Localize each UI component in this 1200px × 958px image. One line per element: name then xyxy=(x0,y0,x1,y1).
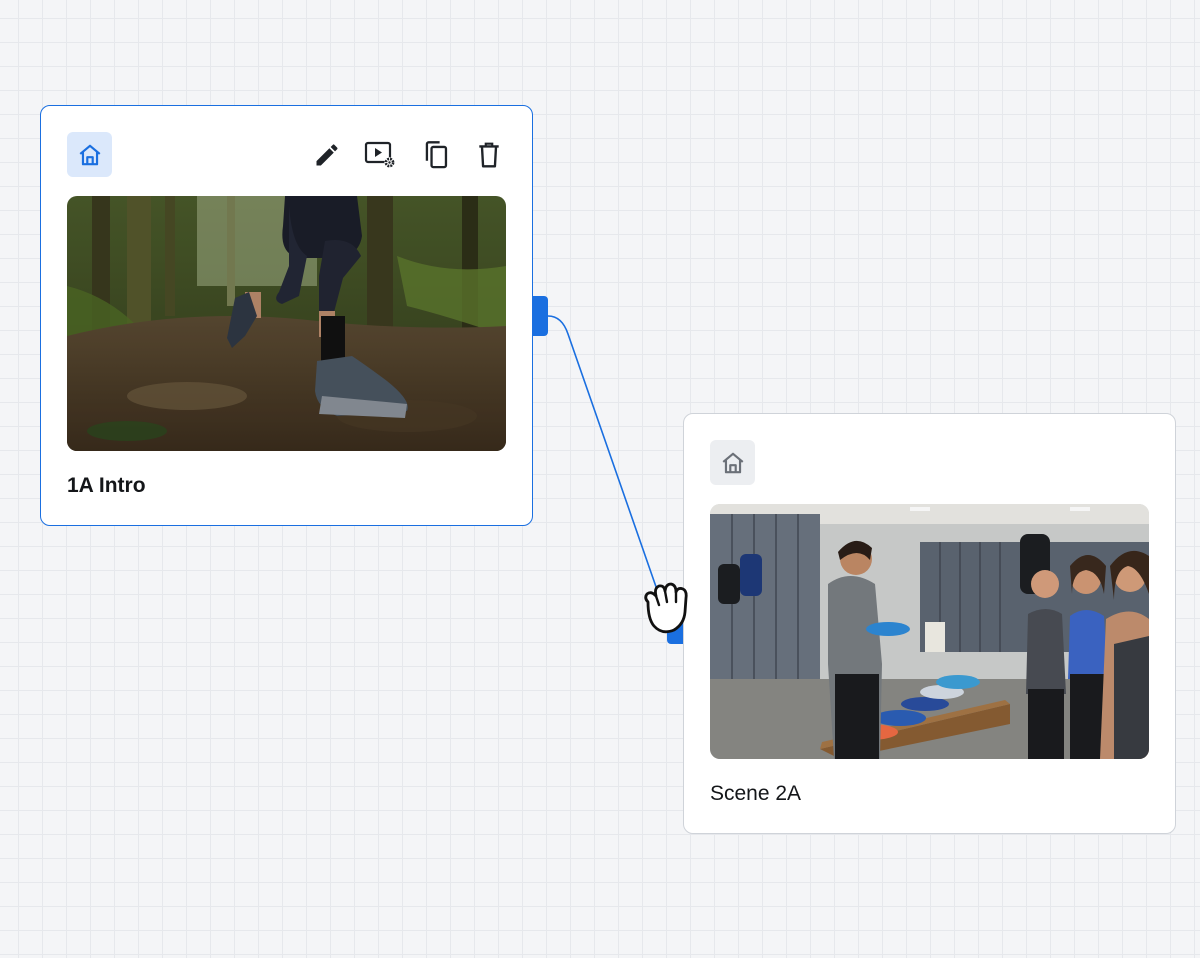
video-settings-icon xyxy=(364,141,395,168)
trash-icon xyxy=(479,142,499,168)
video-settings-button[interactable] xyxy=(364,138,398,172)
connection-line[interactable] xyxy=(547,315,663,605)
set-start-home-button[interactable] xyxy=(710,440,755,485)
output-port[interactable] xyxy=(532,296,548,336)
copy-icon xyxy=(425,141,448,169)
home-icon xyxy=(722,452,743,473)
scene-node-1a-intro[interactable]: 1A Intro xyxy=(40,105,533,526)
grab-hand-icon xyxy=(644,582,688,634)
scene-thumbnail[interactable] xyxy=(67,196,506,451)
node-title[interactable]: 1A Intro xyxy=(67,474,146,498)
flow-canvas[interactable]: 1A Intro Scene 2A xyxy=(0,0,1200,958)
home-icon xyxy=(79,144,100,165)
locker-room-shoe-fitting-image xyxy=(710,504,1149,759)
start-node-home-button[interactable] xyxy=(67,132,112,177)
node-title[interactable]: Scene 2A xyxy=(710,782,801,806)
edit-button[interactable] xyxy=(310,138,344,172)
delete-button[interactable] xyxy=(472,138,506,172)
node-toolbar xyxy=(310,138,506,172)
scene-node-2a[interactable]: Scene 2A xyxy=(683,413,1176,834)
pencil-icon xyxy=(316,144,338,166)
duplicate-button[interactable] xyxy=(418,138,452,172)
trail-runner-forest-image xyxy=(67,196,506,451)
scene-thumbnail[interactable] xyxy=(710,504,1149,759)
